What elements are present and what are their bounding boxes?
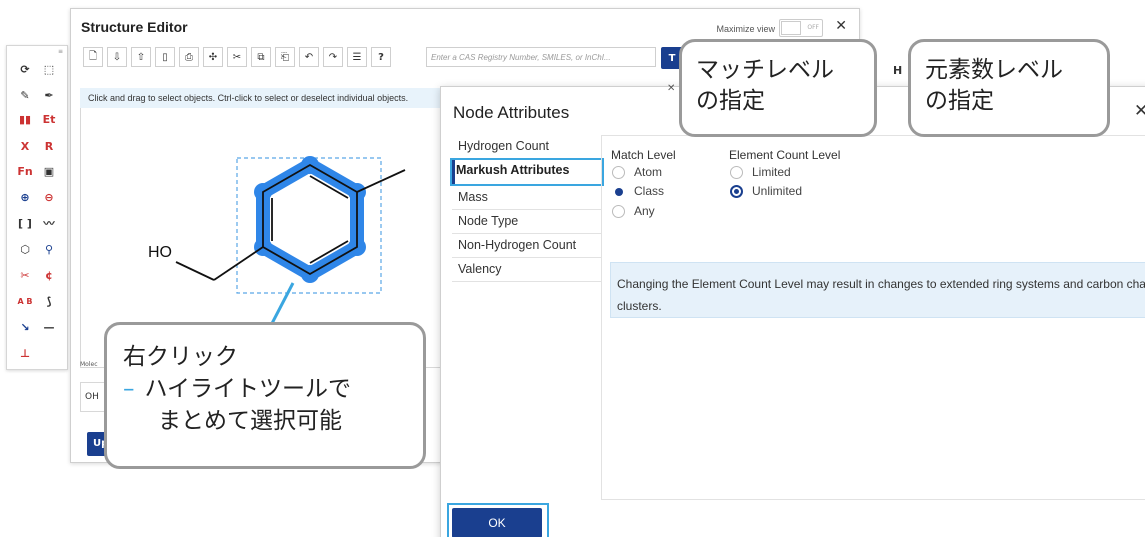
element-count-limited-option[interactable]: Limited	[730, 163, 791, 181]
cut-icon[interactable]: ✂	[15, 266, 35, 284]
maximize-view-label: Maximize view	[716, 24, 775, 34]
dialog-close-icon[interactable]: ✕	[1134, 101, 1145, 121]
chain-icon[interactable]: 〰	[39, 214, 59, 232]
radio-unchecked[interactable]	[612, 165, 625, 179]
nav-valency[interactable]: Valency	[452, 258, 602, 282]
line-icon[interactable]: —	[39, 318, 59, 336]
attribute-nav: Hydrogen Count Markush Attributes Mass N…	[450, 135, 604, 285]
toggle-knob	[781, 21, 801, 35]
export-icon[interactable]: ⇧	[131, 47, 151, 67]
arc-icon[interactable]: ⟆	[39, 292, 59, 310]
chain-variable-icon[interactable]: ⚲	[39, 240, 59, 258]
option-label: Atom	[634, 165, 663, 179]
match-level-label: Match Level	[611, 148, 676, 162]
charge-icon[interactable]: ¢	[39, 266, 59, 284]
nav-mass[interactable]: Mass	[452, 186, 602, 210]
element-count-unlimited-option[interactable]: Unlimited	[730, 182, 802, 200]
ring-icon[interactable]: ⬡	[15, 240, 35, 258]
info-message: Changing the Element Count Level may res…	[610, 262, 1145, 318]
ab-button[interactable]: A B	[15, 292, 35, 310]
rightclick-callout: 右クリック – ハイライトツールで まとめて選択可能	[104, 322, 426, 469]
clipboard-icon[interactable]: ▯	[155, 47, 175, 67]
option-label: Class	[634, 184, 665, 198]
option-label: Unlimited	[752, 184, 803, 198]
select-box-icon[interactable]: ⬚	[39, 60, 59, 78]
bracket-icon[interactable]: [ ]	[15, 214, 35, 232]
remove-charge-icon[interactable]: ⊖	[39, 188, 59, 206]
option-label: Limited	[752, 165, 791, 179]
cas-search-input[interactable]: Enter a CAS Registry Number, SMILES, or …	[426, 47, 656, 67]
callout-line: まとめて選択可能	[158, 408, 342, 434]
grip-icon[interactable]: ≡	[58, 48, 63, 55]
element-count-callout: 元素数レベル の指定	[908, 39, 1110, 137]
node-attributes-dialog: ✕ Node Attributes ✕ Hydrogen Count Marku…	[440, 83, 1145, 537]
callout-line: の指定	[696, 88, 765, 114]
radio-unchecked[interactable]	[730, 165, 743, 179]
match-level-any-option[interactable]: Any	[612, 202, 655, 220]
toggle-state: OFF	[807, 24, 819, 31]
diagonal-bond-icon[interactable]: ↘	[15, 318, 35, 336]
callout-line: の指定	[925, 88, 994, 114]
dropdown-close-icon[interactable]: ✕	[667, 83, 675, 94]
editor-close-icon[interactable]: ✕	[835, 18, 847, 34]
new-doc-icon[interactable]: 🗋	[83, 47, 103, 67]
radio-checked[interactable]	[730, 184, 743, 198]
nav-hydrogen-count[interactable]: Hydrogen Count	[452, 135, 602, 159]
clean-icon[interactable]: ✣	[203, 47, 223, 67]
dialog-title: Node Attributes	[453, 103, 570, 122]
pen-icon[interactable]: ✒	[39, 86, 59, 104]
add-charge-icon[interactable]: ⊕	[15, 188, 35, 206]
option-label: Any	[634, 204, 655, 218]
callout-line: 元素数レベル	[925, 57, 1063, 83]
editor-title: Structure Editor	[81, 19, 188, 35]
ok-highlight: OK	[447, 503, 549, 537]
match-level-class-option[interactable]: Class	[612, 182, 664, 200]
pencil-icon[interactable]: ✎	[15, 86, 35, 104]
lasso-icon[interactable]: ⟳	[15, 60, 35, 78]
print-icon[interactable]: ⎙	[179, 47, 199, 67]
help-icon[interactable]: ?	[371, 47, 391, 67]
ok-button[interactable]: OK	[452, 508, 542, 537]
nav-node-type[interactable]: Node Type	[452, 210, 602, 234]
match-level-atom-option[interactable]: Atom	[612, 163, 662, 181]
template-icon[interactable]: ▣	[39, 162, 59, 180]
nav-non-hydrogen-count[interactable]: Non-Hydrogen Count	[452, 234, 602, 258]
callout-line: マッチレベル	[696, 57, 834, 83]
hydrogen-tool-button[interactable]: H	[893, 64, 902, 77]
callout-bullet-line: – ハイライトツールで	[123, 373, 423, 405]
ethyl-button[interactable]: Et	[39, 110, 59, 128]
paste-icon[interactable]: ⎗	[275, 47, 295, 67]
maximize-toggle[interactable]: OFF	[779, 19, 823, 37]
copy-icon[interactable]: ⧉	[251, 47, 271, 67]
undo-icon[interactable]: ↶	[299, 47, 319, 67]
molecule-label: Molec	[80, 361, 98, 368]
attribute-panel: Match Level Atom Class Any Element Count…	[601, 135, 1145, 500]
axis-icon[interactable]: ⊥	[15, 344, 35, 362]
cut-tool-icon[interactable]: ✂	[227, 47, 247, 67]
match-level-callout: マッチレベル の指定	[679, 39, 877, 137]
radio-unchecked[interactable]	[612, 204, 625, 218]
callout-line: ハイライトツールで	[144, 376, 352, 402]
callout-title: 右クリック	[123, 344, 238, 370]
radio-selected[interactable]	[612, 184, 625, 198]
import-icon[interactable]: ⇩	[107, 47, 127, 67]
bar-chart-icon[interactable]: ▮▮	[15, 110, 35, 128]
element-count-level-label: Element Count Level	[729, 148, 841, 162]
settings-list-icon[interactable]: ☰	[347, 47, 367, 67]
bullet-dash: –	[123, 376, 135, 402]
function-button[interactable]: Fn	[15, 162, 35, 180]
halogen-button[interactable]: X	[15, 137, 35, 155]
nav-markush-attributes[interactable]: Markush Attributes	[450, 158, 604, 186]
drawing-palette: ≡ ⟳ ⬚ ✎ ✒ ▮▮ Et X R Fn ▣ ⊕ ⊖ [ ] 〰 ⬡ ⚲ ✂…	[6, 45, 68, 370]
redo-icon[interactable]: ↷	[323, 47, 343, 67]
hydroxyl-atom-label: HO	[148, 244, 172, 261]
r-group-button[interactable]: R	[39, 137, 59, 155]
